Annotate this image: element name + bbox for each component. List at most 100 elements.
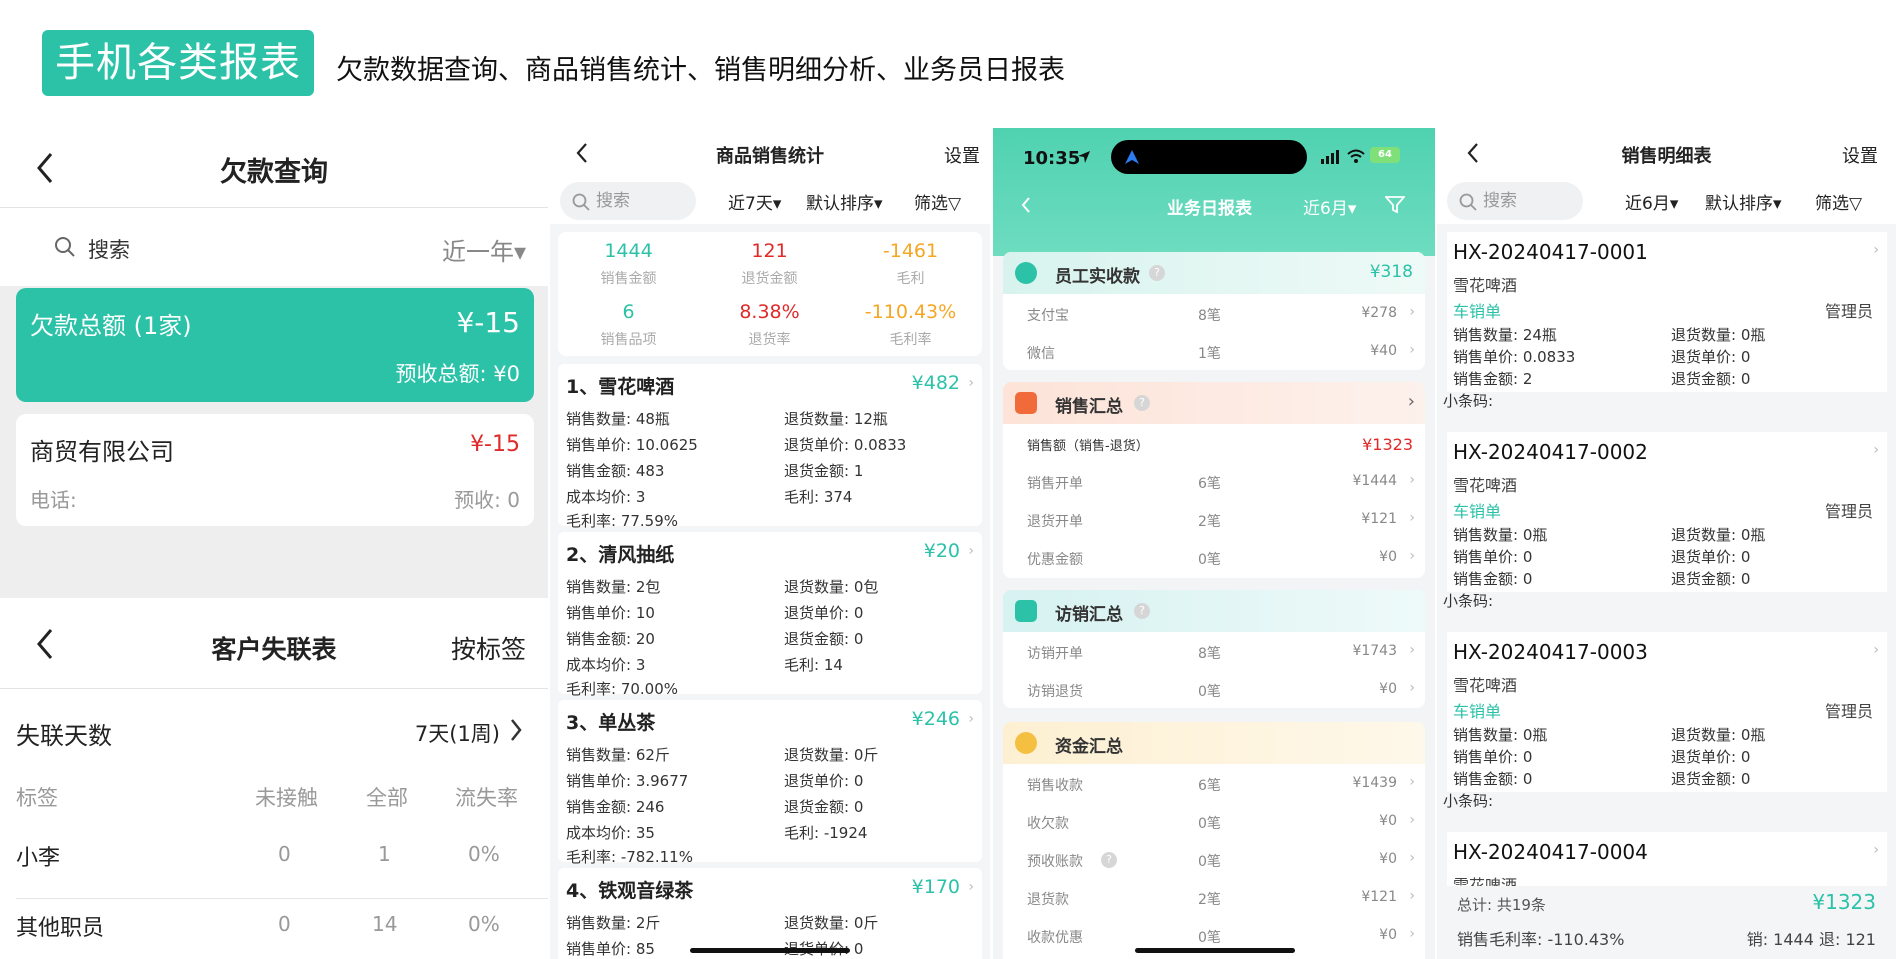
lost-days-value[interactable]: 7天(1周) xyxy=(415,718,500,748)
status-time: 10:35 xyxy=(1023,148,1081,169)
product-field: 销售数量: 48瓶 xyxy=(566,410,670,428)
period-dropdown[interactable]: 近一年▾ xyxy=(442,232,526,267)
kpi-item-count: 6 销售品项 xyxy=(558,301,699,349)
order-field: 销售单价: 0 xyxy=(1453,748,1533,766)
list-item[interactable]: 1、雪花啤酒 ¥482 › 销售数量: 48瓶 退货数量: 12瓶 销售单价: … xyxy=(558,364,982,530)
order-field: 销售数量: 0瓶 xyxy=(1453,526,1548,544)
order-type-tag: 车销单 xyxy=(1453,502,1502,521)
table-row[interactable]: 访销开单 8笔 ¥1743 › xyxy=(1003,632,1425,670)
order-number: HX-20240417-0004 xyxy=(1453,840,1648,864)
table-row[interactable]: 销售开单 6笔 ¥1444 › xyxy=(1003,462,1425,500)
order-barcode: 小条码: xyxy=(1443,592,1494,610)
company-debt: ¥-15 xyxy=(470,432,520,457)
visit-sales-section[interactable]: 访销汇总 ? 访销开单 8笔 ¥1743 › 访销退货 0笔 ¥0 › xyxy=(1003,590,1425,708)
order-field: 退货数量: 0瓶 xyxy=(1671,526,1766,544)
list-item[interactable]: 3、单丛茶 ¥246 › 销售数量: 62斤 退货数量: 0斤 销售单价: 3.… xyxy=(558,700,982,866)
table-row[interactable]: 退货开单 2笔 ¥121 › xyxy=(1003,500,1425,538)
help-icon[interactable]: ? xyxy=(1101,852,1117,868)
table-row[interactable]: 访销退货 0笔 ¥0 › xyxy=(1003,670,1425,708)
list-item[interactable]: 2、清风抽纸 ¥20 › 销售数量: 2包 退货数量: 0包 销售单价: 10 … xyxy=(558,532,982,698)
kpi-label: 销售金额 xyxy=(600,271,657,287)
settings-button[interactable]: 设置 xyxy=(944,142,980,168)
search-icon[interactable] xyxy=(54,236,76,258)
product-field: 退货金额: 0 xyxy=(784,798,864,816)
table-row-tag[interactable]: 其他职员 xyxy=(16,910,104,942)
list-item[interactable]: 4、铁观音绿茶 ¥170 › 销售数量: 2斤 退货数量: 0斤 销售单价: 8… xyxy=(558,868,982,959)
col-tag: 标签 xyxy=(16,786,58,810)
fund-summary-section[interactable]: 资金汇总 销售收款 6笔 ¥1439 › 收欠款 0笔 ¥0 › 预收账款? 0笔 ¥0 › 退货… xyxy=(1003,722,1425,959)
table-row-tag[interactable]: 小李 xyxy=(16,840,60,872)
order-field: 销售单价: 0.0833 xyxy=(1453,348,1576,366)
kpi-value: -110.43% xyxy=(864,301,957,323)
chevron-right-icon: › xyxy=(1409,888,1415,904)
row-label: 支付宝 xyxy=(1027,308,1069,324)
section-title: 员工实收款 xyxy=(1055,267,1140,287)
order-product: 雪花啤酒 xyxy=(1453,476,1518,495)
product-field: 销售金额: 246 xyxy=(566,798,665,816)
list-item[interactable]: HX-20240417-0002 › 雪花啤酒 车销单 管理员 销售数量: 0瓶… xyxy=(1447,432,1887,592)
help-icon[interactable]: ? xyxy=(1134,603,1150,619)
table-row[interactable]: 收欠款 0笔 ¥0 › xyxy=(1003,802,1425,840)
subtitle-part-a: 欠款数据查询、商品销售统计、 xyxy=(336,55,714,86)
product-margin: 毛利率: 70.00% xyxy=(566,680,679,698)
row-count: 2笔 xyxy=(1198,514,1221,530)
order-field: 销售金额: 0 xyxy=(1453,570,1533,588)
chevron-right-icon: › xyxy=(968,711,974,727)
table-row-all: 14 xyxy=(372,912,398,936)
debt-total-card[interactable]: 欠款总额 (1家) ¥-15 预收总额: ¥0 xyxy=(16,288,534,402)
table-row[interactable]: 支付宝 8笔 ¥278 › xyxy=(1003,294,1425,332)
order-barcode: 小条码: xyxy=(1443,792,1494,810)
table-row[interactable]: 销售额（销售-退货） ¥1323 xyxy=(1003,424,1425,462)
sales-summary-section[interactable]: 销售汇总 ? › 销售额（销售-退货） ¥1323 销售开单 6笔 ¥1444 › 退货… xyxy=(1003,382,1425,578)
product-field: 毛利: 14 xyxy=(784,656,843,674)
row-label: 退货开单 xyxy=(1027,514,1083,530)
help-icon[interactable]: ? xyxy=(1149,265,1165,281)
sort-filter[interactable]: 默认排序▾ xyxy=(806,189,883,214)
row-amount: ¥0 xyxy=(1379,813,1397,829)
company-card[interactable]: 商贸有限公司 ¥-15 电话: 预收: 0 xyxy=(16,414,534,526)
chevron-right-icon: › xyxy=(1409,548,1415,564)
period-dropdown[interactable]: 近6月▾ xyxy=(1303,194,1356,219)
help-icon[interactable]: ? xyxy=(1134,395,1150,411)
screen-filter[interactable]: 筛选▽ xyxy=(914,189,961,214)
product-field: 退货数量: 0斤 xyxy=(784,746,879,764)
list-item[interactable]: HX-20240417-0003 › 雪花啤酒 车销单 管理员 销售数量: 0瓶… xyxy=(1447,632,1887,792)
table-row[interactable]: 销售收款 6笔 ¥1439 › xyxy=(1003,764,1425,802)
kpi-value: 121 xyxy=(751,240,788,262)
filter-icon[interactable] xyxy=(1385,196,1405,214)
by-tag-button[interactable]: 按标签 xyxy=(451,630,526,666)
order-field: 退货单价: 0 xyxy=(1671,748,1751,766)
table-row[interactable]: 优惠金额 0笔 ¥0 › xyxy=(1003,538,1425,576)
chevron-right-icon[interactable] xyxy=(510,718,522,742)
user-icon xyxy=(1015,262,1037,284)
row-label: 访销退货 xyxy=(1027,684,1083,700)
home-indicator xyxy=(690,948,850,953)
table-row[interactable]: 微信 1笔 ¥40 › xyxy=(1003,332,1425,370)
settings-button[interactable]: 设置 xyxy=(1842,142,1878,168)
product-amount: ¥170 xyxy=(911,876,960,898)
search-icon xyxy=(1459,193,1477,211)
row-label: 收欠款 xyxy=(1027,816,1069,832)
list-item[interactable]: HX-20240417-0001 › 雪花啤酒 车销单 管理员 销售数量: 24… xyxy=(1447,232,1887,392)
kpi-gross-profit: -1461 毛利 xyxy=(840,240,981,288)
search-input[interactable]: 搜索 xyxy=(88,234,130,264)
back-arrow-icon[interactable] xyxy=(1021,196,1031,214)
table-row-rate: 0% xyxy=(468,912,500,936)
employee-receipts-section[interactable]: 员工实收款 ? ¥318 支付宝 8笔 ¥278 › 微信 1笔 ¥40 › xyxy=(1003,252,1425,370)
row-amount: ¥40 xyxy=(1370,343,1397,359)
table-row[interactable]: 退货款 2笔 ¥121 › xyxy=(1003,878,1425,916)
screen-filter[interactable]: 筛选▽ xyxy=(1815,189,1862,214)
row-amount: ¥1439 xyxy=(1352,775,1397,791)
order-operator: 管理员 xyxy=(1824,702,1873,721)
product-title: 3、单丛茶 xyxy=(566,712,656,734)
row-amount: ¥278 xyxy=(1361,305,1397,321)
period-filter[interactable]: 近7天▾ xyxy=(728,189,781,214)
row-amount: ¥0 xyxy=(1379,851,1397,867)
sort-filter[interactable]: 默认排序▾ xyxy=(1705,189,1782,214)
row-label: 优惠金额 xyxy=(1027,552,1083,568)
chevron-right-icon[interactable]: › xyxy=(1408,391,1415,412)
table-row[interactable]: 预收账款? 0笔 ¥0 › xyxy=(1003,840,1425,878)
product-amount: ¥482 xyxy=(911,372,960,394)
list-item[interactable]: HX-20240417-0004 › 雪花啤酒 xyxy=(1447,832,1887,892)
period-filter[interactable]: 近6月▾ xyxy=(1625,189,1678,214)
